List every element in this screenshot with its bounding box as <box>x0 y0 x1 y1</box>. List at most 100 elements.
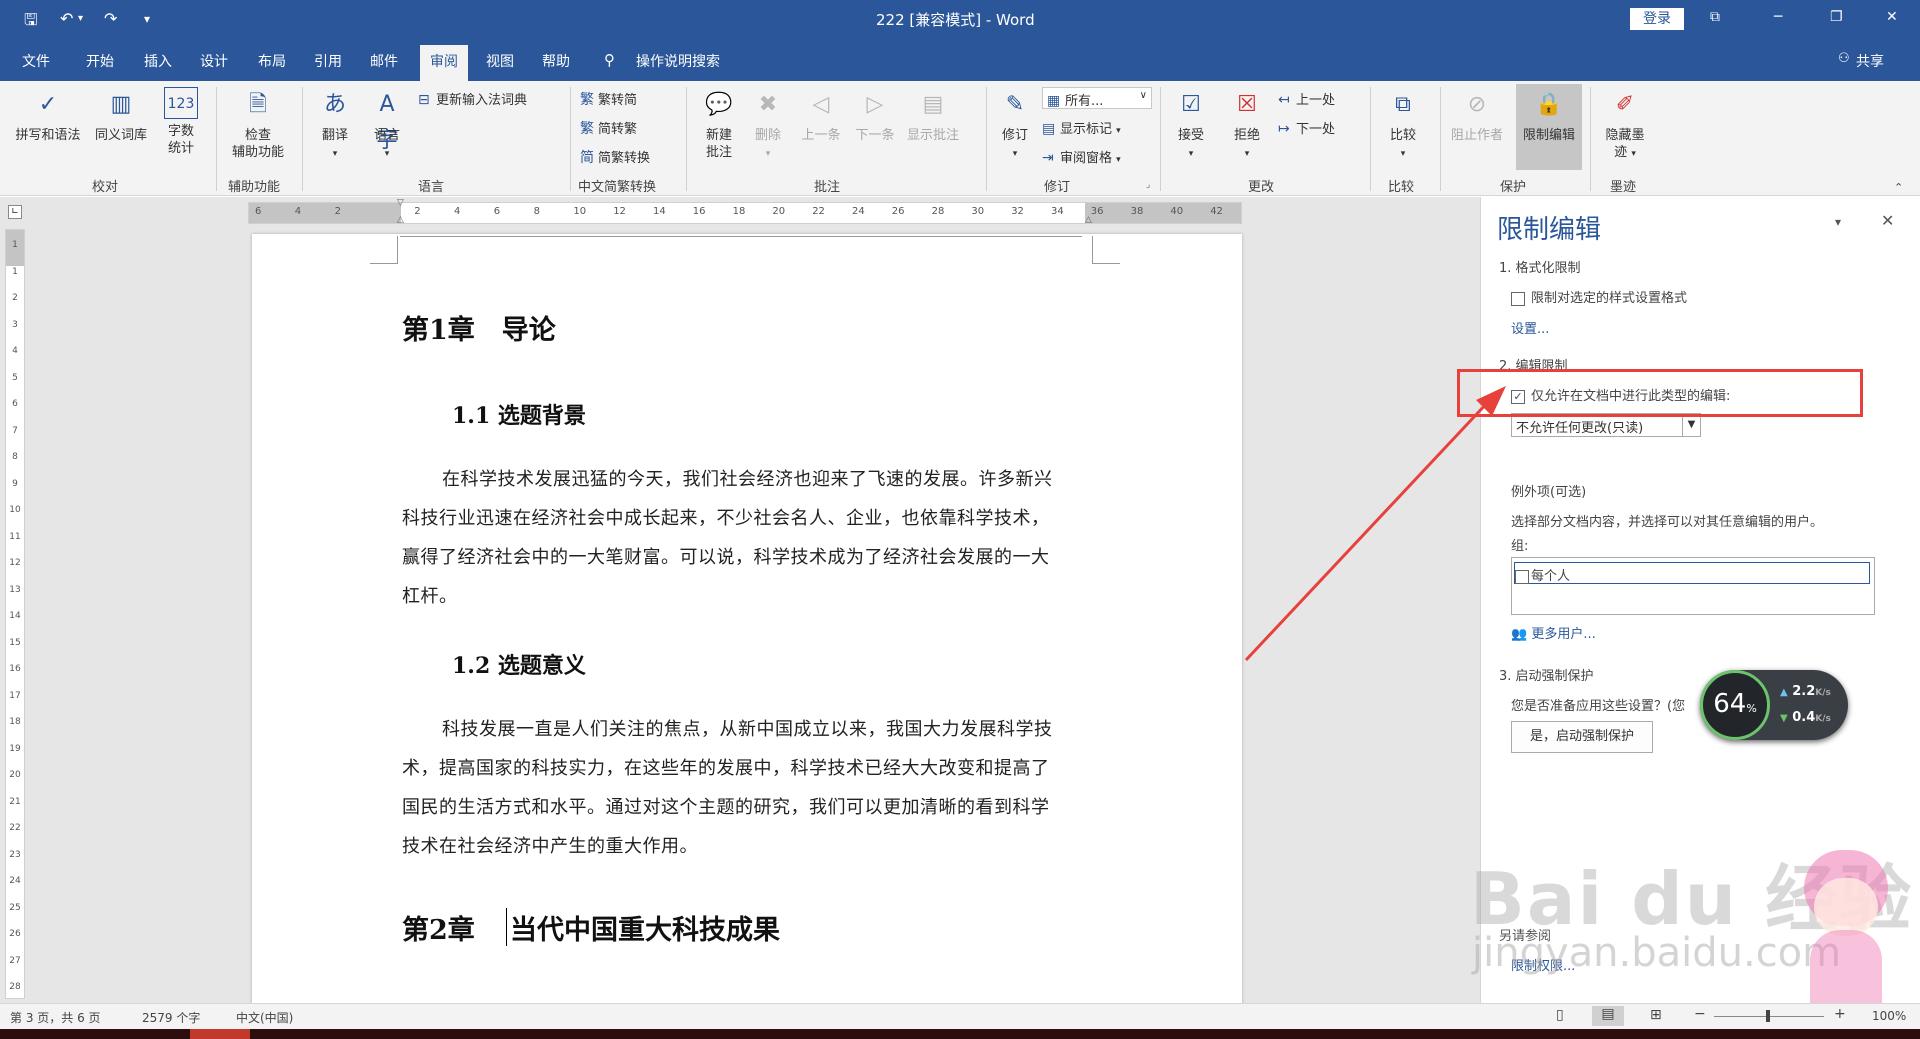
vruler-tick-label: 25 <box>9 902 21 913</box>
status-bar: 第 3 页，共 6 页 2579 个字 中文(中国) ▯ ▤ ⊞ − + 100… <box>0 1003 1920 1029</box>
redo-icon[interactable]: ↷ <box>104 9 117 28</box>
download-value: 0.4 <box>1792 710 1816 725</box>
upload-arrow-icon: ▲ <box>1780 687 1788 698</box>
reject-button[interactable]: ☒ 拒绝 ▾ <box>1226 87 1268 163</box>
pane-options-icon[interactable]: ▾ <box>1835 215 1841 229</box>
print-layout-icon[interactable]: ▤ <box>1592 1006 1624 1026</box>
translate-button[interactable]: あ 翻译 ▾ <box>312 87 358 163</box>
previous-change-icon: ↤ <box>1278 92 1290 108</box>
tab-layout[interactable]: 布局 <box>258 51 286 71</box>
spelling-icon: ✓ <box>38 92 58 117</box>
new-comment-button[interactable]: 💬 新建 批注 <box>694 87 744 161</box>
tab-help[interactable]: 帮助 <box>542 51 570 71</box>
first-indent-marker-icon[interactable]: ▽ <box>397 198 404 208</box>
start-enforcing-button[interactable]: 是，启动强制保护 <box>1511 721 1653 753</box>
limit-format-checkbox[interactable]: 限制对选定的样式设置格式 <box>1511 287 1687 306</box>
pane-title: 限制编辑 <box>1497 215 1602 245</box>
tab-design[interactable]: 设计 <box>200 51 228 71</box>
block-authors-button[interactable]: ⊘ 阻止作者 <box>1446 87 1508 144</box>
word-count[interactable]: 2579 个字 <box>142 1009 200 1026</box>
hide-ink-button[interactable]: ✐ 隐藏墨 迹 ▾ <box>1598 87 1652 163</box>
show-comments-button[interactable]: ▤ 显示批注 <box>902 87 964 144</box>
login-button[interactable]: 登录 <box>1630 8 1684 30</box>
word-count-button[interactable]: 123 字数 统计 <box>156 87 206 157</box>
paragraph-1-line-3: 赢得了经济社会中的一大笔财富。可以说，科学技术成为了经济社会发展的一大 <box>402 547 1050 568</box>
next-change-button[interactable]: ↦ 下一处 <box>1278 118 1335 137</box>
web-layout-icon[interactable]: ⊞ <box>1650 1007 1662 1023</box>
collapse-ribbon-icon[interactable]: ⌃ <box>1894 181 1903 194</box>
zoom-slider-thumb[interactable] <box>1766 1010 1770 1022</box>
ruler-tick-label: 4 <box>294 206 302 217</box>
chevron-down-icon[interactable]: ▼ <box>1682 414 1700 436</box>
word-count-label-2: 统计 <box>167 141 194 156</box>
exceptions-label: 例外项(可选) <box>1511 485 1587 500</box>
ready-question: 您是否准备应用这些设置？(您 <box>1511 699 1686 714</box>
zoom-out-button[interactable]: − <box>1694 1006 1706 1022</box>
delete-comment-button[interactable]: ✖ 删除 ▾ <box>748 87 788 163</box>
accept-button[interactable]: ☑ 接受 ▾ <box>1170 87 1212 163</box>
hanging-indent-marker-icon[interactable]: △ <box>397 215 404 225</box>
restore-button[interactable]: ❐ <box>1830 9 1843 25</box>
network-speed-widget[interactable]: 64% ▲ 2.2K/s ▼ 0.4K/s <box>1700 670 1848 740</box>
previous-change-button[interactable]: ↤ 上一处 <box>1278 89 1335 108</box>
tab-selector[interactable]: ∟ <box>8 205 22 219</box>
track-changes-icon: ✎ <box>1005 92 1025 117</box>
check-accessibility-button[interactable]: 🗎 检查 辅助功能 <box>224 87 292 161</box>
thesaurus-button[interactable]: ▥ 同义词库 <box>90 87 152 144</box>
next-comment-button[interactable]: ▷ 下一条 <box>850 87 900 144</box>
ime-icon: ⊟ <box>418 92 430 108</box>
undo-dropdown-icon[interactable]: ▾ <box>78 13 83 24</box>
groups-listbox[interactable]: 每个人 <box>1511 557 1875 615</box>
accept-label: 接受 <box>1177 128 1204 143</box>
track-changes-button[interactable]: ✎ 修订 ▾ <box>994 87 1036 163</box>
vruler-tick-label: 23 <box>9 849 21 860</box>
language-icon: A字 <box>375 92 398 153</box>
spelling-grammar-button[interactable]: ✓ 拼写和语法 <box>10 87 86 144</box>
document-page[interactable]: 第1章 导论 1.1 选题背景 在科学技术发展迅猛的今天，我们社会经济也迎来了飞… <box>252 234 1242 1014</box>
everyone-item[interactable]: 每个人 <box>1514 562 1870 584</box>
tracking-dialog-launcher-icon[interactable]: ⌟ <box>1146 180 1150 190</box>
tab-insert[interactable]: 插入 <box>144 51 172 71</box>
checkbox-box[interactable] <box>1511 291 1525 306</box>
read-mode-icon[interactable]: ▯ <box>1556 1007 1564 1023</box>
tab-file[interactable]: 文件 <box>22 51 50 71</box>
ribbon-display-icon[interactable]: ⧉ <box>1710 9 1720 25</box>
language-status[interactable]: 中文(中国) <box>236 1009 293 1026</box>
trad-to-simp-button[interactable]: 繁繁转简 <box>580 89 637 109</box>
tab-references[interactable]: 引用 <box>314 51 342 71</box>
close-button[interactable]: ✕ <box>1886 9 1898 25</box>
show-markup-button[interactable]: ▤ 显示标记 ▾ <box>1042 118 1121 137</box>
language-button[interactable]: A字 语言 ▾ <box>364 87 410 163</box>
undo-icon[interactable]: ↶ <box>60 9 73 28</box>
minimize-button[interactable]: ─ <box>1774 9 1782 25</box>
tab-review[interactable]: 审阅 <box>420 45 468 81</box>
vertical-ruler[interactable]: 1 1 2 3 4 5 6 7 8 9 10 11 12 13 14 15 16 17 18 19 20 21 22 23 24… <box>5 229 25 999</box>
tab-mailings[interactable]: 邮件 <box>370 51 398 71</box>
horizontal-ruler[interactable]: ▽ △ △ 6 4 2 2 4 6 8 10 12 14 16 18 20 22 24 26 28 30 32 34 3… <box>248 198 1242 225</box>
zoom-in-button[interactable]: + <box>1834 1006 1846 1022</box>
reviewing-pane-button[interactable]: ⇥ 审阅窗格 ▾ <box>1042 147 1121 166</box>
pane-close-icon[interactable]: ✕ <box>1881 211 1894 230</box>
more-users-link[interactable]: 👥 更多用户... <box>1511 623 1596 642</box>
tell-me-search[interactable]: 操作说明搜索 <box>636 51 720 71</box>
restrict-editing-button[interactable]: 🔒 限制编辑 <box>1516 84 1582 170</box>
qat-customize-icon[interactable]: ▾ <box>144 12 150 26</box>
previous-comment-button[interactable]: ◁ 上一条 <box>796 87 846 144</box>
tab-view[interactable]: 视图 <box>486 51 514 71</box>
paragraph-1-line-2: 科技行业迅速在经济社会中成长起来，不少社会名人、企业，也依靠科学技术， <box>402 508 1050 529</box>
convert-button[interactable]: 简简繁转换 <box>580 147 650 167</box>
tab-home[interactable]: 开始 <box>86 51 114 71</box>
share-button[interactable]: 共享 <box>1856 51 1884 71</box>
group-ink: 墨迹 <box>1610 180 1637 195</box>
taskbar-strip <box>0 1029 1920 1039</box>
page-count[interactable]: 第 3 页，共 6 页 <box>10 1009 101 1026</box>
update-ime-button[interactable]: ⊟ 更新输入法词典 <box>418 89 527 108</box>
compare-button[interactable]: ⧉ 比较 ▾ <box>1378 87 1428 163</box>
settings-link[interactable]: 设置... <box>1511 318 1549 337</box>
zoom-level[interactable]: 100% <box>1872 1009 1906 1023</box>
markup-dropdown[interactable]: ▦ 所有... ∨ <box>1042 87 1152 109</box>
save-icon[interactable]: 🖫 <box>24 9 38 36</box>
simp-to-trad-button[interactable]: 繁简转繁 <box>580 118 637 138</box>
group-comments: 批注 <box>814 180 841 195</box>
previous-change-label: 上一处 <box>1296 93 1336 108</box>
